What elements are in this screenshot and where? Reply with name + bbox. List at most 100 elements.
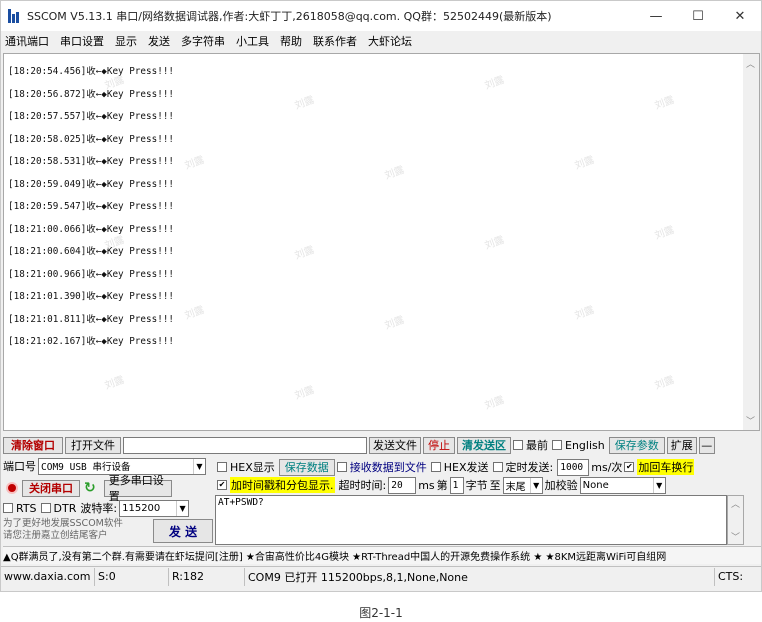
port-label: 端口号 — [3, 460, 36, 473]
more-port-settings-button[interactable]: 更多串口设置 — [103, 474, 172, 503]
checkbox-icon — [492, 462, 503, 472]
receive-options-row: HEX显示 保存数据 接收数据到文件 HEX发送 定时发送: 1000 ms/次… — [217, 458, 761, 476]
receive-line: [18:21:00.066]收←◆Key Press!!! — [8, 223, 175, 235]
scroll-up-icon[interactable]: ︿ — [731, 497, 740, 510]
chevron-down-icon: ▼ — [529, 477, 542, 493]
refresh-icon[interactable]: ↻ — [84, 480, 96, 496]
end-select[interactable]: 末尾 ▼ — [502, 476, 543, 494]
status-site[interactable]: www.daxia.com — [1, 567, 95, 586]
expand-button[interactable]: 扩展 — [666, 436, 697, 454]
watermark: 刘露 — [483, 394, 506, 412]
menu-help[interactable]: 帮助 — [280, 33, 302, 49]
scroll-up-icon[interactable]: ︿ — [746, 57, 755, 70]
watermark: 刘露 — [653, 374, 676, 392]
title-bar[interactable]: SSCOM V5.13.1 串口/网络数据调试器,作者:大虾丁丁,2618058… — [1, 1, 761, 31]
receive-line: [18:21:00.604]收←◆Key Press!!! — [8, 246, 175, 257]
figure-caption: 图2-1-1 — [359, 606, 403, 620]
watermark: 刘露 — [103, 374, 126, 392]
send-file-button[interactable]: 发送文件 — [369, 436, 421, 454]
menu-tools[interactable]: 小工具 — [236, 33, 269, 49]
menu-serial-settings[interactable]: 串口设置 — [60, 33, 104, 49]
sscom-window: SSCOM V5.13.1 串口/网络数据调试器,作者:大虾丁丁,2618058… — [0, 0, 762, 592]
receive-line: [18:21:01.390]收←◆Key Press!!! — [8, 291, 175, 302]
receive-area[interactable]: [18:20:54.456]收←◆Key Press!!! [18:20:56.… — [3, 53, 743, 431]
hex-send-checkbox[interactable]: HEX发送 — [430, 459, 489, 475]
checkmark-icon: ✔ — [217, 480, 227, 490]
receive-scrollbar[interactable]: ︿ ﹀ — [743, 53, 760, 431]
chevron-down-icon: ▼ — [193, 458, 205, 474]
checkmark-icon: ✔ — [624, 462, 635, 472]
recv-to-file-checkbox[interactable]: 接收数据到文件 — [336, 459, 427, 475]
timeout-unit: ms — [418, 478, 435, 492]
receive-line: [18:21:02.167]收←◆Key Press!!! — [8, 336, 175, 347]
open-file-button[interactable]: 打开文件 — [65, 436, 121, 454]
receive-line: [18:20:57.557]收←◆Key Press!!! — [8, 111, 175, 122]
interval-input[interactable]: 1000 — [557, 458, 590, 476]
menu-forum[interactable]: 大虾论坛 — [368, 33, 412, 49]
byte-unit: 字节 — [465, 479, 488, 492]
scroll-down-icon[interactable]: ﹀ — [731, 530, 740, 543]
save-data-button[interactable]: 保存数据 — [278, 458, 335, 476]
clear-send-button[interactable]: 清发送区 — [457, 436, 511, 454]
menu-display[interactable]: 显示 — [115, 33, 137, 49]
status-bar: www.daxia.com S:0 R:182 COM9 已打开 115200b… — [1, 566, 761, 586]
checkbox-icon — [336, 462, 347, 472]
add-crlf-checkbox[interactable]: ✔ 加回车换行 — [624, 459, 695, 475]
always-on-top-checkbox[interactable]: 最前 — [513, 437, 548, 453]
menu-multi-string[interactable]: 多字符串 — [181, 33, 225, 49]
timed-send-checkbox[interactable]: 定时发送: — [492, 459, 553, 475]
checkbox-icon — [3, 503, 13, 513]
baud-select[interactable]: 115200 ▼ — [119, 499, 190, 517]
english-checkbox[interactable]: English — [552, 439, 605, 452]
scroll-down-icon[interactable]: ﹀ — [746, 414, 755, 427]
file-toolbar: 清除窗口 打开文件 发送文件 停止 清发送区 最前 English 保存参数 扩… — [3, 435, 761, 455]
maximize-button[interactable]: ☐ — [677, 1, 719, 31]
receive-line: [18:21:01.811]收←◆Key Press!!! — [8, 313, 175, 325]
menu-contact[interactable]: 联系作者 — [313, 33, 357, 49]
menu-port[interactable]: 通讯端口 — [5, 33, 49, 49]
receive-line: [18:20:58.025]收←◆Key Press!!! — [8, 133, 175, 145]
close-port-button[interactable]: 关闭串口 — [22, 479, 80, 497]
minimize-button[interactable]: — — [635, 1, 677, 31]
status-received: R:182 — [169, 567, 245, 586]
promo-line: 请您注册嘉立创结尾客户 — [3, 530, 108, 541]
rts-checkbox[interactable]: RTS — [3, 502, 37, 515]
byte-label: 第 — [436, 479, 448, 492]
checksum-select[interactable]: None ▼ — [579, 476, 666, 494]
save-params-button[interactable]: 保存参数 — [608, 436, 665, 454]
close-button[interactable]: ✕ — [719, 1, 761, 31]
checkbox-icon — [430, 462, 441, 472]
checkbox-icon — [40, 503, 51, 513]
menu-send[interactable]: 发送 — [148, 33, 170, 49]
to-label: 至 — [489, 479, 501, 492]
timeout-label: 超时时间: — [338, 479, 387, 492]
timestamp-checkbox[interactable]: ✔ 加时间戳和分包显示. — [217, 477, 335, 493]
send-scrollbar[interactable]: ︿ ﹀ — [727, 495, 744, 545]
ad-text: ▲Q群满员了,没有第二个群.有需要请在虾坛提问[注册] ★合宙高性价比4G模块 … — [3, 552, 667, 563]
receive-line: [18:20:59.049]收←◆Key Press!!! — [8, 178, 175, 190]
clear-window-button[interactable]: 清除窗口 — [3, 436, 63, 454]
chevron-down-icon: ▼ — [176, 500, 188, 516]
interval-unit: ms/次 — [591, 461, 623, 474]
send-button[interactable]: 发 送 — [153, 519, 213, 543]
window-title: SSCOM V5.13.1 串口/网络数据调试器,作者:大虾丁丁,2618058… — [27, 10, 552, 23]
timeout-input[interactable]: 20 — [388, 476, 417, 494]
app-logo-icon — [8, 9, 22, 23]
chevron-down-icon: ▼ — [652, 477, 665, 493]
hex-display-checkbox[interactable]: HEX显示 — [217, 459, 275, 475]
byte-input[interactable]: 1 — [449, 476, 464, 494]
checkbox-icon — [513, 440, 523, 450]
receive-line: [18:20:58.531]收←◆Key Press!!! — [8, 156, 175, 167]
checkbox-icon — [217, 462, 227, 472]
port-panel: 端口号 COM9 USB 串行设备 ▼ 关闭串口 ↻ 更多串口设置 RTS DTR… — [3, 457, 215, 547]
file-path-input[interactable] — [123, 436, 367, 454]
dtr-checkbox[interactable]: DTR — [40, 502, 76, 515]
collapse-button[interactable]: — — [698, 436, 715, 454]
status-port: COM9 已打开 115200bps,8,1,None,None — [245, 567, 715, 586]
send-input[interactable]: AT+PSWD? — [215, 495, 727, 545]
status-sent: S:0 — [95, 567, 169, 586]
watermark: 刘露 — [293, 384, 316, 402]
ad-marquee[interactable]: ▲Q群满员了,没有第二个群.有需要请在虾坛提问[注册] ★合宙高性价比4G模块 … — [3, 546, 761, 564]
menu-bar: 通讯端口 串口设置 显示 发送 多字符串 小工具 帮助 联系作者 大虾论坛 — [1, 31, 761, 51]
stop-button[interactable]: 停止 — [423, 436, 455, 454]
